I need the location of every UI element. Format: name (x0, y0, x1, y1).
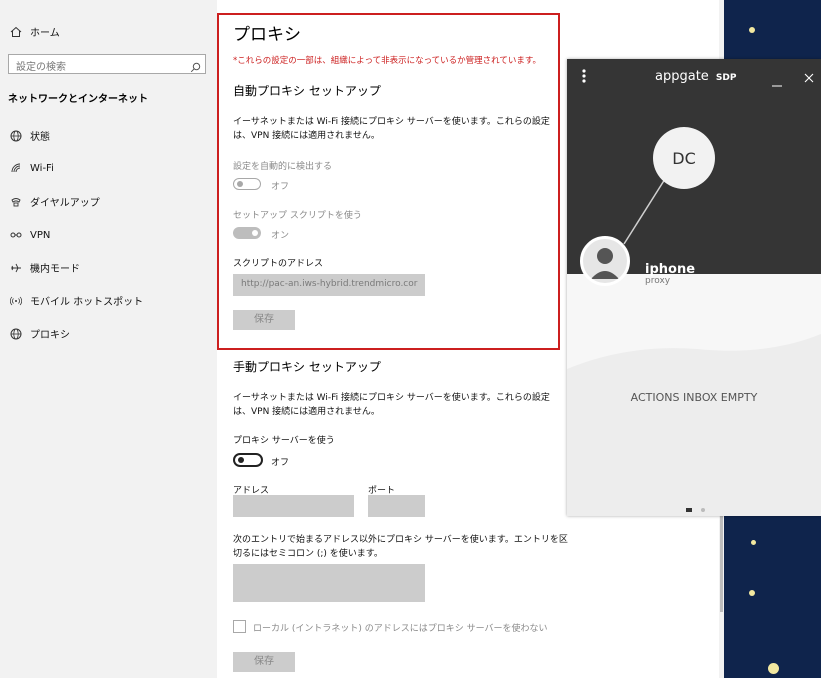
user-silhouette-icon (583, 239, 627, 283)
dc-node-label: DC (672, 148, 696, 168)
manual-description-line2: は、VPN 接続には適用されません。 (233, 407, 380, 417)
sidebar-item-proxy[interactable]: プロキシ (8, 326, 70, 341)
device-name: iphone (645, 262, 696, 277)
exceptions-input[interactable] (233, 564, 425, 602)
globe-icon (8, 129, 24, 143)
device-subtitle: proxy (645, 276, 671, 286)
toggle-knob (238, 457, 244, 463)
manual-description-line1: イーサネットまたは Wi-Fi 接続にプロキシ サーバーを使います。これらの設定 (233, 393, 550, 403)
sidebar-item-label: VPN (30, 229, 51, 241)
appgate-actions-panel: iphone proxy ACTIONS INBOX EMPTY (567, 262, 821, 516)
airplane-icon (8, 261, 24, 275)
search-placeholder: 設定の検索 (16, 62, 66, 73)
local-bypass-label: ローカル (イントラネット) のアドレスにはプロキシ サーバーを使わない (253, 624, 548, 634)
manual-proxy-heading: 手動プロキシ セットアップ (233, 360, 381, 374)
page-indicator-active[interactable] (686, 508, 692, 512)
local-bypass-checkbox[interactable] (233, 620, 246, 633)
port-input[interactable] (368, 495, 425, 517)
dc-node[interactable]: DC (653, 127, 715, 189)
appgate-sdp-window: appgate SDP DC iphone proxy ACTIONS INBO… (567, 59, 821, 516)
sidebar-item-label: 状態 (30, 132, 50, 143)
managed-settings-highlight (217, 13, 560, 350)
sidebar-item-hotspot[interactable]: モバイル ホットスポット (8, 293, 143, 308)
globe-icon (8, 327, 24, 341)
nav-home[interactable]: ホーム (8, 24, 60, 39)
home-icon (8, 25, 24, 39)
sidebar-item-label: Wi-Fi (30, 162, 54, 174)
nav-home-label: ホーム (30, 28, 60, 39)
use-proxy-toggle[interactable] (233, 453, 263, 467)
star (768, 663, 779, 674)
sidebar-item-status[interactable]: 状態 (8, 128, 50, 143)
device-avatar[interactable] (580, 236, 630, 286)
phone-icon (8, 195, 24, 209)
star (751, 540, 756, 545)
use-proxy-state: オフ (271, 458, 290, 468)
sidebar-item-airplane[interactable]: 機内モード (8, 260, 80, 275)
hotspot-icon (8, 294, 24, 308)
page-indicator[interactable] (701, 508, 705, 512)
sidebar-item-label: モバイル ホットスポット (30, 297, 144, 308)
address-input[interactable] (233, 495, 354, 517)
wifi-icon (8, 161, 24, 175)
manual-save-button[interactable]: 保存 (233, 652, 295, 672)
sidebar-item-label: 機内モード (30, 264, 80, 275)
sidebar-item-label: プロキシ (30, 330, 70, 341)
settings-sidebar: ホーム 設定の検索 ネットワークとインターネット 状態 Wi-Fi ダイヤルアッ… (0, 0, 217, 678)
use-proxy-label: プロキシ サーバーを使う (233, 436, 335, 446)
exceptions-description-line1: 次のエントリで始まるアドレス以外にプロキシ サーバーを使います。エントリを区 (233, 535, 568, 545)
vpn-icon (8, 228, 24, 242)
inbox-status: ACTIONS INBOX EMPTY (630, 391, 758, 404)
exceptions-description-line2: 切るにはセミコロン (;) を使います。 (233, 549, 383, 559)
settings-search-input[interactable]: 設定の検索 (8, 54, 206, 74)
sidebar-item-wifi[interactable]: Wi-Fi (8, 161, 54, 175)
star (749, 590, 755, 596)
sidebar-item-vpn[interactable]: VPN (8, 228, 50, 242)
sidebar-item-dialup[interactable]: ダイヤルアップ (8, 194, 100, 209)
sidebar-section-heading: ネットワークとインターネット (8, 94, 148, 105)
sidebar-item-label: ダイヤルアップ (30, 198, 100, 209)
star (749, 27, 755, 33)
search-icon[interactable] (190, 58, 201, 77)
